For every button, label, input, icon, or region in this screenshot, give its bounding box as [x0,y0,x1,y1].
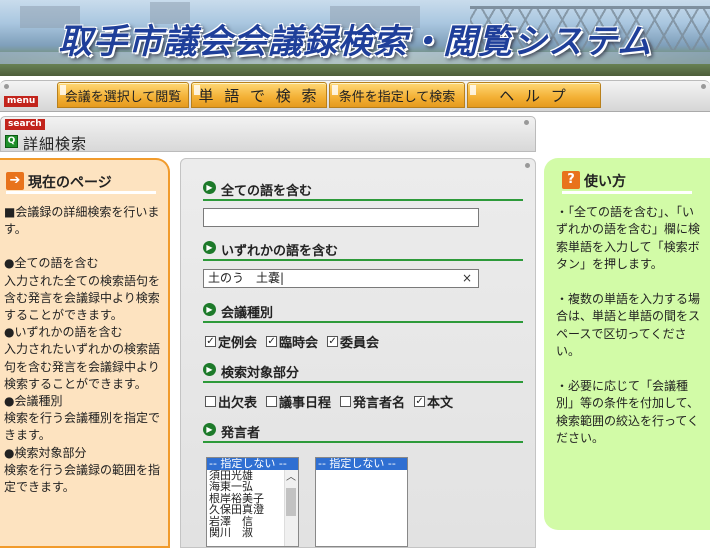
tab-condition-search[interactable]: 条件を指定して検索 [329,82,465,108]
tab-label: ヘ ル プ [499,86,569,105]
help-paragraph: ・「全ての語を含む」、「いずれかの語を含む」欄に検索単語を入力して「検索ボタン」… [556,205,701,272]
section-label: 検索対象部分 [221,366,300,381]
section-label: 会議種別 [221,306,274,321]
checkbox-checked-icon[interactable]: ✓ [414,396,426,407]
section-target: ▶ 検索対象部分 [203,361,523,383]
any-words-input[interactable]: 土のう 土嚢| × [203,269,479,288]
section-meeting-type: ▶ 会議種別 [203,301,523,323]
help-panel: ? 使い方 ・「全ての語を含む」、「いずれかの語を含む」欄に検索単語を入力して「… [544,158,710,530]
help-text: ・「全ての語を含む」、「いずれかの語を含む」欄に検索単語を入力して「検索ボタン」… [556,204,704,465]
section-label: 発言者 [221,426,261,441]
section-all-words: ▶ 全ての語を含む [203,179,523,201]
search-header: search Q 詳細検索 [0,116,536,153]
help-heading-wrap: ? 使い方 [562,168,692,194]
pin-icon [701,84,706,89]
checkbox-label: 委員会 [340,336,380,351]
checkbox-label: 議事日程 [279,396,332,411]
search-icon: Q [5,135,18,148]
play-icon: ▶ [203,363,216,376]
intro-text: ■会議録の詳細検索を行います。 [4,205,160,237]
checkbox-committee[interactable]: ✓ 委員会 [327,332,379,351]
banner: 取手市議会会議録検索・閲覧システム [0,0,710,76]
scroll-up-icon[interactable]: ︿ [285,472,297,484]
arrow-right-icon: ➔ [6,172,24,190]
checkbox-label: 臨時会 [279,336,319,351]
menu-tag: menu [4,96,39,107]
section-label: いずれかの語を含む [221,244,339,259]
speaker-listbox[interactable]: -- 指定しない -- 須田光雄 海東一弘 根岸裕美子 久保田真澄 岩澤 信 関… [206,457,299,547]
play-icon: ▶ [203,241,216,254]
checkbox-label: 出欠表 [218,396,258,411]
checkbox-checked-icon[interactable]: ✓ [205,336,216,347]
current-page-heading: 現在のページ [28,175,112,191]
checkbox-label: 本文 [427,396,454,411]
checkbox-checked-icon[interactable]: ✓ [266,336,278,347]
bullet-title: ●いずれかの語を含む [4,325,123,340]
meeting-type-checkboxes: ✓ 定例会 ✓ 臨時会 ✓ 委員会 [205,332,384,351]
section-speaker: ▶ 発言者 [203,421,523,443]
search-tag: search [5,119,45,130]
checkbox-body[interactable]: ✓ 本文 [414,392,453,411]
list-option-selected[interactable]: -- 指定しない -- [207,458,298,470]
help-heading: 使い方 [584,174,626,190]
checkbox-regular[interactable]: ✓ 定例会 [205,332,257,351]
checkbox-icon[interactable] [205,396,216,407]
speaker-listbox-2[interactable]: -- 指定しない -- [315,457,408,547]
bullet-title: ●会議種別 [4,394,63,409]
target-checkboxes: 出欠表 議事日程 発言者名 ✓ 本文 [205,392,458,411]
checkbox-agenda[interactable]: 議事日程 [266,392,331,411]
bullet-title: ●検索対象部分 [4,445,87,460]
pin-icon [4,84,9,89]
help-paragraph: ・複数の単語を入力する場合は、単語と単語の間をスペースで区切ってください。 [556,292,701,359]
pin-icon [525,163,530,168]
question-icon: ? [562,171,580,189]
play-icon: ▶ [203,423,216,436]
tab-label: 会議を選択して閲覧 [64,89,182,105]
site-title: 取手市議会会議録検索・閲覧システム [58,22,652,62]
play-icon: ▶ [203,181,216,194]
tab-browse-meetings[interactable]: 会議を選択して閲覧 [57,82,189,108]
bullet-title: ●全ての語を含む [4,256,99,271]
pin-icon [524,120,529,125]
checkbox-checked-icon[interactable]: ✓ [327,336,339,347]
checkbox-icon[interactable] [340,396,352,407]
checkbox-label: 発言者名 [353,396,406,411]
bullet-text: 検索を行う会議種別を指定できます。 [4,411,161,443]
tab-label: 単 語 で 検 索 [198,86,320,105]
checkbox-attendance[interactable]: 出欠表 [205,392,257,411]
section-any-words: ▶ いずれかの語を含む [203,239,523,261]
search-form: ▶ 全ての語を含む ▶ いずれかの語を含む 土のう 土嚢| × ▶ 会議種別 ✓… [180,158,536,548]
all-words-input[interactable] [203,208,479,227]
help-paragraph: ・必要に応じて「会議種別」等の条件を付加して、検索範囲の絞込を行ってください。 [556,379,700,446]
tab-help[interactable]: ヘ ル プ [467,82,601,108]
current-page-heading-wrap: ➔ 現在のページ [6,170,156,194]
section-label: 全ての語を含む [221,184,313,199]
play-icon: ▶ [203,303,216,316]
checkbox-label: 定例会 [218,336,258,351]
clear-icon[interactable]: × [462,270,472,287]
tab-label: 条件を指定して検索 [338,89,456,105]
bullet-text: 入力されたいずれかの検索語句を含む発言を会議録中より検索することができます。 [4,342,161,391]
bullet-text: 検索を行う会議録の範囲を指定できます。 [4,462,161,495]
bullet-text: 入力された全ての検索語句を含む発言を会議録中より検索することができます。 [4,273,161,323]
page-title: 詳細検索 [23,135,88,153]
current-page-description: ■会議録の詳細検索を行います。 ●全ての語を含む 入力された全ての検索語句を含む… [4,204,162,496]
tab-word-search[interactable]: 単 語 で 検 索 [191,82,327,108]
any-words-value: 土のう 土嚢| [208,271,285,285]
checkbox-speaker-name[interactable]: 発言者名 [340,392,405,411]
checkbox-icon[interactable] [266,396,278,407]
checkbox-extraordinary[interactable]: ✓ 臨時会 [266,332,318,351]
scrollbar-thumb[interactable] [286,488,296,516]
list-option-selected[interactable]: -- 指定しない -- [316,458,407,470]
current-page-panel: ➔ 現在のページ ■会議録の詳細検索を行います。 ●全ての語を含む 入力された全… [0,158,170,548]
